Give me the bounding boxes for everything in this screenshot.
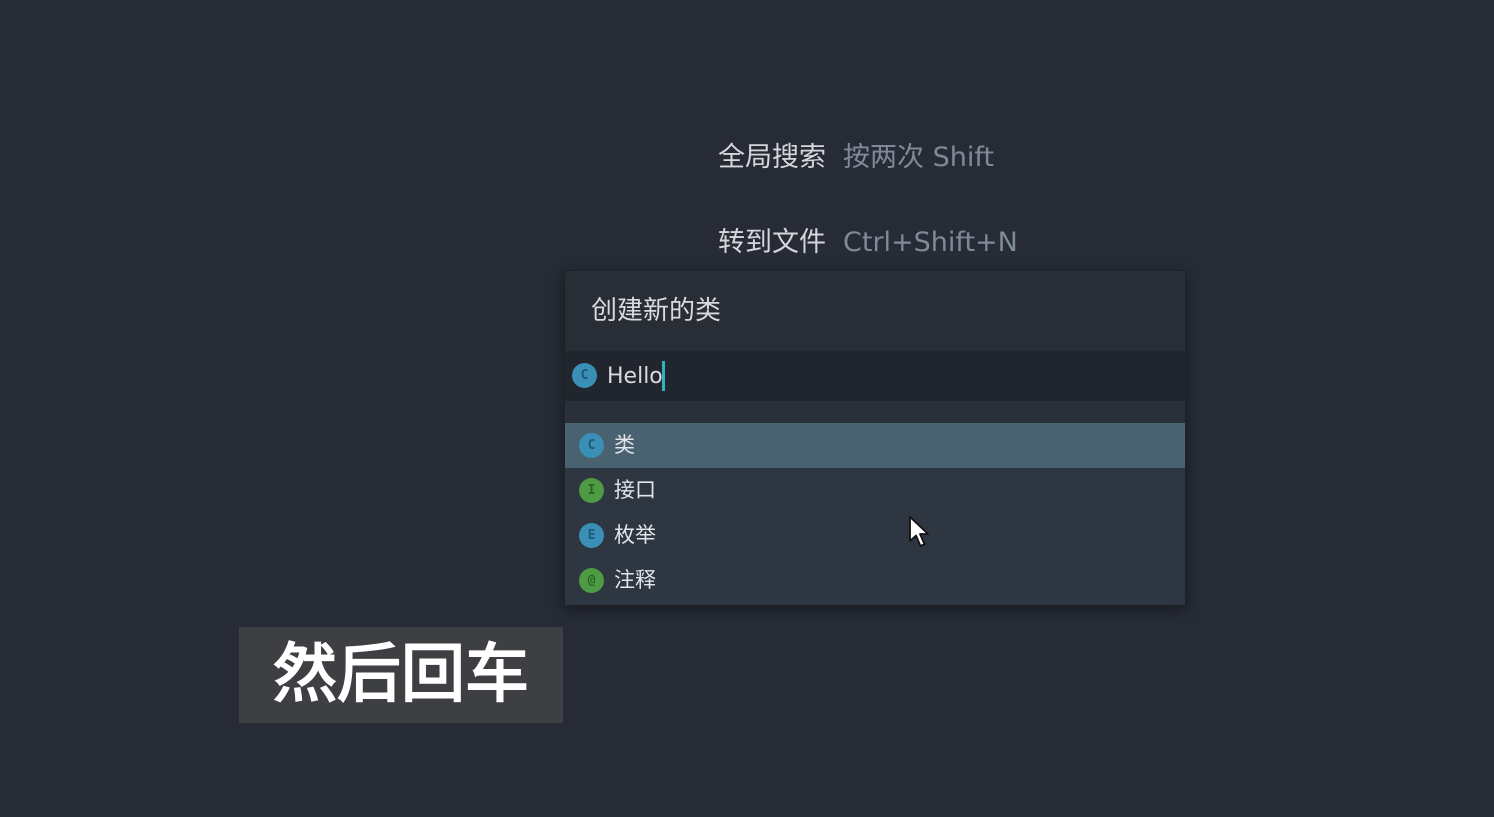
subtitle-caption: 然后回车 — [239, 627, 563, 723]
enum-icon: E — [579, 523, 604, 548]
interface-icon: I — [579, 478, 604, 503]
hint-goto-file: 转到文件 Ctrl+Shift+N — [0, 223, 1494, 263]
list-item-label: 枚举 — [614, 523, 656, 547]
new-class-popup: 创建新的类 C C 类 I 接口 E 枚举 @ 注释 — [565, 271, 1185, 605]
kind-list: C 类 I 接口 E 枚举 @ 注释 — [565, 423, 1185, 603]
class-name-input[interactable] — [607, 359, 1147, 393]
list-item-label: 接口 — [614, 478, 656, 502]
hint-label: 转到文件 — [718, 227, 826, 258]
list-item-label: 注释 — [614, 568, 656, 592]
hint-shortcut: Ctrl+Shift+N — [843, 227, 1018, 258]
class-icon: C — [572, 363, 597, 388]
list-item-interface[interactable]: I 接口 — [565, 468, 1185, 513]
subtitle-text: 然后回车 — [273, 638, 529, 712]
list-item-label: 类 — [614, 433, 635, 457]
list-item-enum[interactable]: E 枚举 — [565, 513, 1185, 558]
hint-global-search: 全局搜索 按两次 Shift — [0, 138, 1494, 178]
class-name-row: C — [565, 351, 1185, 401]
hint-shortcut: 按两次 Shift — [843, 142, 994, 173]
list-item-annotation[interactable]: @ 注释 — [565, 558, 1185, 603]
text-caret — [662, 361, 665, 391]
class-icon: C — [579, 433, 604, 458]
hint-label: 全局搜索 — [718, 142, 826, 173]
separator — [565, 401, 1185, 423]
popup-header: 创建新的类 — [565, 271, 1185, 351]
list-item-class[interactable]: C 类 — [565, 423, 1185, 468]
annotation-icon: @ — [579, 568, 604, 593]
mouse-pointer-icon — [909, 516, 929, 547]
popup-title: 创建新的类 — [591, 296, 722, 326]
